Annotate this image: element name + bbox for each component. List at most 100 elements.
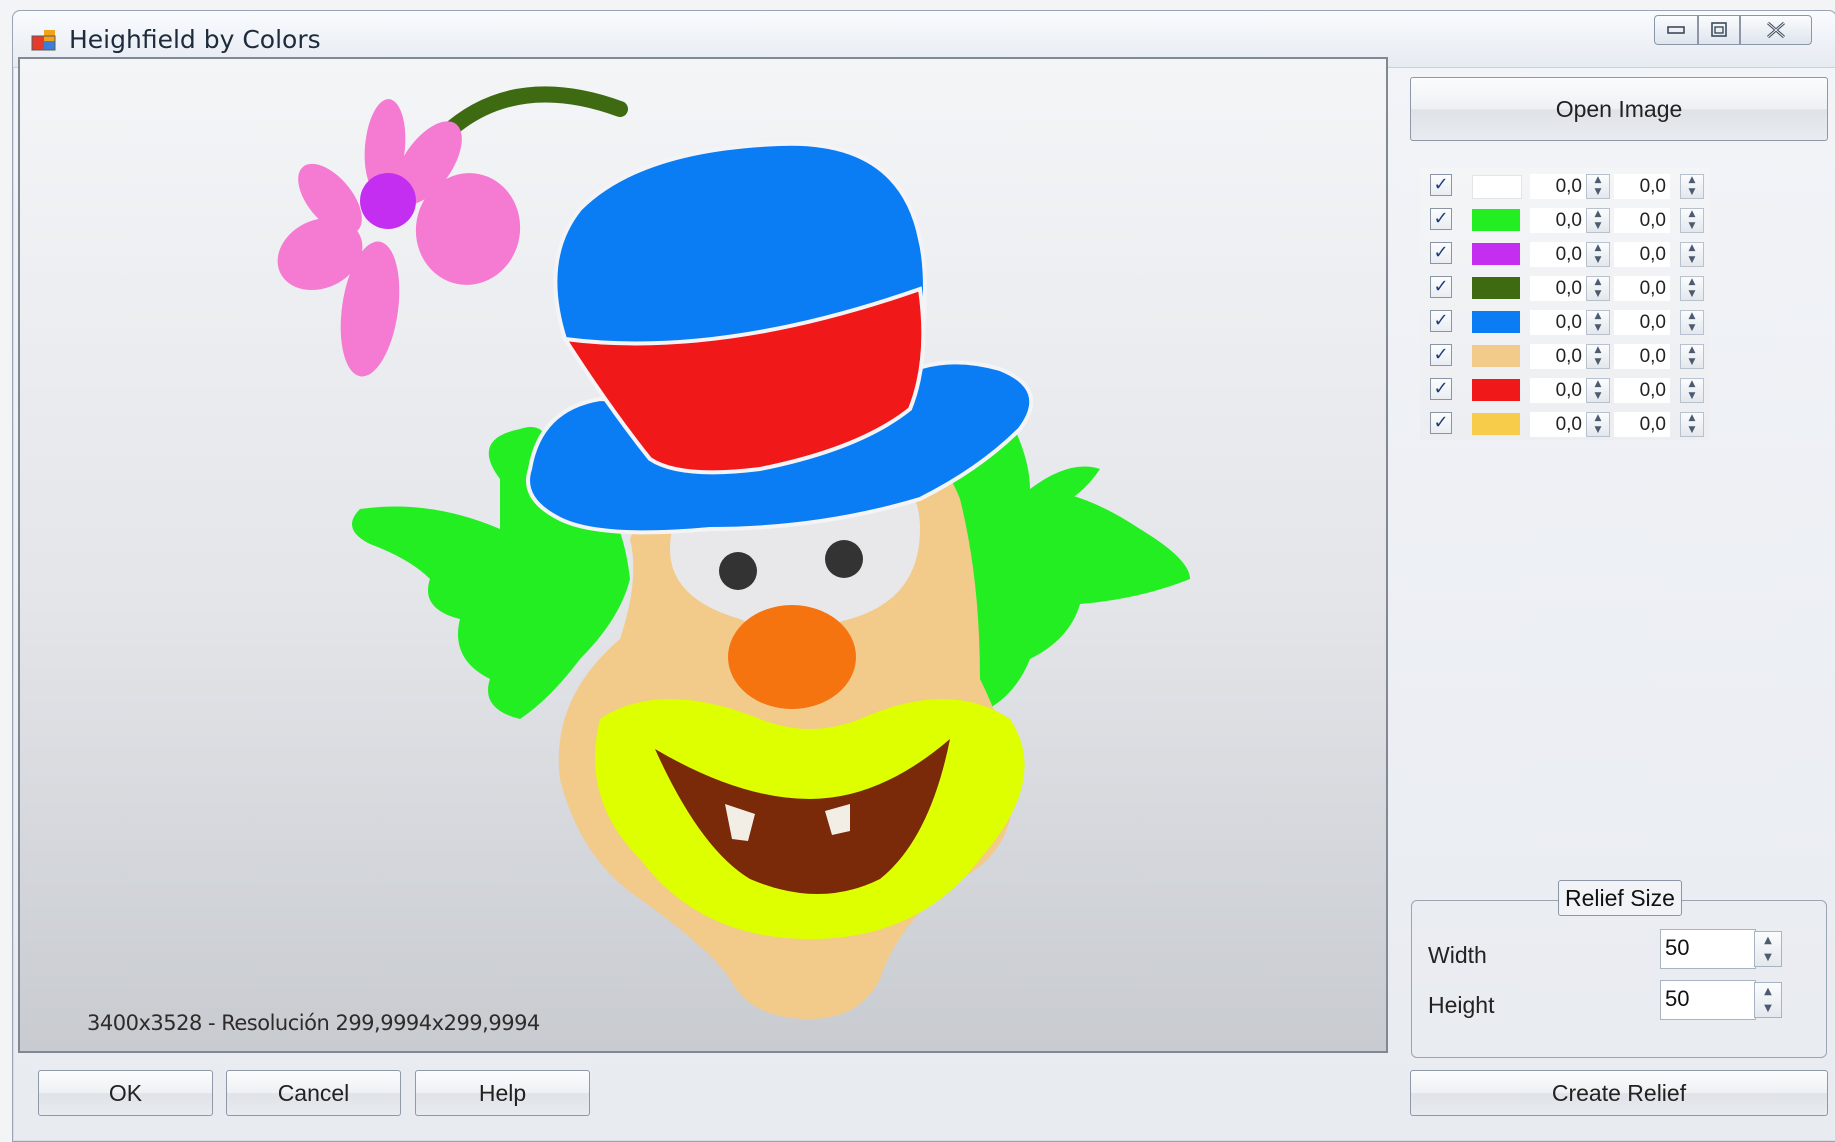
spin-up-icon[interactable]: ▲: [1595, 346, 1602, 355]
height-spinner[interactable]: ▲ ▼: [1754, 982, 1782, 1018]
color-value-2-spinner[interactable]: ▲ ▼: [1680, 412, 1704, 437]
window-title: Heighfield by Colors: [69, 25, 321, 54]
color-swatch: [1472, 209, 1520, 231]
spin-down-icon[interactable]: ▼: [1595, 357, 1602, 367]
color-list: ✓ 0,0 ▲ ▼ 0,0 ▲ ▼ ✓ 0,0 ▲ ▼ 0,0 ▲ ▼ ✓ 0,0 ▲ ▼ 0,0 ▲ ▼ ✓ 0,0 ▲ ▼ 0…: [1420, 168, 1710, 440]
spin-up-icon[interactable]: ▲: [1595, 210, 1602, 219]
spin-up-icon[interactable]: ▲: [1764, 986, 1772, 997]
spin-up-icon[interactable]: ▲: [1689, 210, 1696, 219]
spin-up-icon[interactable]: ▲: [1595, 414, 1602, 423]
spin-up-icon[interactable]: ▲: [1689, 244, 1696, 253]
spin-down-icon[interactable]: ▼: [1689, 187, 1696, 197]
maximize-button[interactable]: [1698, 15, 1740, 45]
color-value-2-input[interactable]: 0,0: [1614, 378, 1670, 403]
color-enable-checkbox[interactable]: ✓: [1430, 344, 1452, 366]
height-input[interactable]: 50: [1660, 980, 1756, 1020]
spin-down-icon[interactable]: ▼: [1595, 323, 1602, 333]
spin-up-icon[interactable]: ▲: [1595, 244, 1602, 253]
color-enable-checkbox[interactable]: ✓: [1430, 242, 1452, 264]
color-value-1-input[interactable]: 0,0: [1530, 242, 1586, 267]
color-enable-checkbox[interactable]: ✓: [1430, 378, 1452, 400]
color-value-1-input[interactable]: 0,0: [1530, 344, 1586, 369]
color-value-1-spinner[interactable]: ▲ ▼: [1586, 344, 1610, 369]
color-swatch: [1472, 243, 1520, 265]
color-value-2-input[interactable]: 0,0: [1614, 412, 1670, 437]
color-enable-checkbox[interactable]: ✓: [1430, 412, 1452, 434]
color-value-2-spinner[interactable]: ▲ ▼: [1680, 242, 1704, 267]
app-icon: [31, 30, 56, 51]
help-button[interactable]: Help: [415, 1070, 590, 1116]
color-value-1-spinner[interactable]: ▲ ▼: [1586, 412, 1610, 437]
spin-up-icon[interactable]: ▲: [1689, 176, 1696, 185]
width-input[interactable]: 50: [1660, 929, 1756, 969]
spin-down-icon[interactable]: ▼: [1764, 1003, 1772, 1014]
spin-up-icon[interactable]: ▲: [1595, 278, 1602, 287]
color-value-2-spinner[interactable]: ▲ ▼: [1680, 174, 1704, 199]
spin-up-icon[interactable]: ▲: [1689, 278, 1696, 287]
color-value-1-spinner[interactable]: ▲ ▼: [1586, 174, 1610, 199]
spin-down-icon[interactable]: ▼: [1689, 323, 1696, 333]
image-preview-canvas[interactable]: 3400x3528 - Resolución 299,9994x299,9994: [18, 57, 1388, 1053]
color-value-2-spinner[interactable]: ▲ ▼: [1680, 378, 1704, 403]
restore-icon: [1711, 22, 1727, 37]
spin-down-icon[interactable]: ▼: [1595, 221, 1602, 231]
spin-down-icon[interactable]: ▼: [1689, 357, 1696, 367]
color-enable-checkbox[interactable]: ✓: [1430, 276, 1452, 298]
spin-down-icon[interactable]: ▼: [1595, 255, 1602, 265]
minimize-button[interactable]: [1654, 15, 1698, 45]
color-value-2-spinner[interactable]: ▲ ▼: [1680, 310, 1704, 335]
color-value-2-spinner[interactable]: ▲ ▼: [1680, 208, 1704, 233]
color-value-1-input[interactable]: 0,0: [1530, 174, 1586, 199]
color-value-1-input[interactable]: 0,0: [1530, 412, 1586, 437]
color-value-2-input[interactable]: 0,0: [1614, 208, 1670, 233]
close-button[interactable]: [1740, 15, 1812, 45]
color-row: ✓ 0,0 ▲ ▼ 0,0 ▲ ▼: [1430, 240, 1710, 268]
height-label: Height: [1428, 992, 1495, 1018]
spin-down-icon[interactable]: ▼: [1595, 187, 1602, 197]
color-swatch: [1472, 311, 1520, 333]
color-value-1-input[interactable]: 0,0: [1530, 310, 1586, 335]
color-value-2-input[interactable]: 0,0: [1614, 310, 1670, 335]
color-value-2-input[interactable]: 0,0: [1614, 242, 1670, 267]
ok-button[interactable]: OK: [38, 1070, 213, 1116]
color-value-2-input[interactable]: 0,0: [1614, 276, 1670, 301]
color-value-1-spinner[interactable]: ▲ ▼: [1586, 276, 1610, 301]
color-value-2-spinner[interactable]: ▲ ▼: [1680, 276, 1704, 301]
color-enable-checkbox[interactable]: ✓: [1430, 174, 1452, 196]
color-enable-checkbox[interactable]: ✓: [1430, 208, 1452, 230]
spin-up-icon[interactable]: ▲: [1764, 935, 1772, 946]
color-value-1-spinner[interactable]: ▲ ▼: [1586, 310, 1610, 335]
spin-down-icon[interactable]: ▼: [1689, 391, 1696, 401]
spin-down-icon[interactable]: ▼: [1595, 391, 1602, 401]
color-value-2-spinner[interactable]: ▲ ▼: [1680, 344, 1704, 369]
clown-pupil-right: [825, 540, 863, 578]
color-value-1-spinner[interactable]: ▲ ▼: [1586, 242, 1610, 267]
color-enable-checkbox[interactable]: ✓: [1430, 310, 1452, 332]
spin-down-icon[interactable]: ▼: [1689, 425, 1696, 435]
spin-down-icon[interactable]: ▼: [1689, 289, 1696, 299]
width-spinner[interactable]: ▲ ▼: [1754, 931, 1782, 967]
color-value-1-spinner[interactable]: ▲ ▼: [1586, 208, 1610, 233]
color-row: ✓ 0,0 ▲ ▼ 0,0 ▲ ▼: [1430, 342, 1710, 370]
spin-up-icon[interactable]: ▲: [1689, 346, 1696, 355]
spin-down-icon[interactable]: ▼: [1689, 255, 1696, 265]
spin-up-icon[interactable]: ▲: [1689, 312, 1696, 321]
color-value-1-input[interactable]: 0,0: [1530, 276, 1586, 301]
color-value-1-input[interactable]: 0,0: [1530, 208, 1586, 233]
spin-down-icon[interactable]: ▼: [1689, 221, 1696, 231]
color-value-1-spinner[interactable]: ▲ ▼: [1586, 378, 1610, 403]
spin-down-icon[interactable]: ▼: [1595, 289, 1602, 299]
color-value-2-input[interactable]: 0,0: [1614, 344, 1670, 369]
open-image-button[interactable]: Open Image: [1410, 77, 1828, 141]
cancel-button[interactable]: Cancel: [226, 1070, 401, 1116]
spin-up-icon[interactable]: ▲: [1595, 312, 1602, 321]
color-value-2-input[interactable]: 0,0: [1614, 174, 1670, 199]
create-relief-button[interactable]: Create Relief: [1410, 1070, 1828, 1116]
spin-down-icon[interactable]: ▼: [1595, 425, 1602, 435]
spin-up-icon[interactable]: ▲: [1595, 176, 1602, 185]
spin-up-icon[interactable]: ▲: [1689, 380, 1696, 389]
spin-up-icon[interactable]: ▲: [1595, 380, 1602, 389]
spin-up-icon[interactable]: ▲: [1689, 414, 1696, 423]
spin-down-icon[interactable]: ▼: [1764, 952, 1772, 963]
color-value-1-input[interactable]: 0,0: [1530, 378, 1586, 403]
